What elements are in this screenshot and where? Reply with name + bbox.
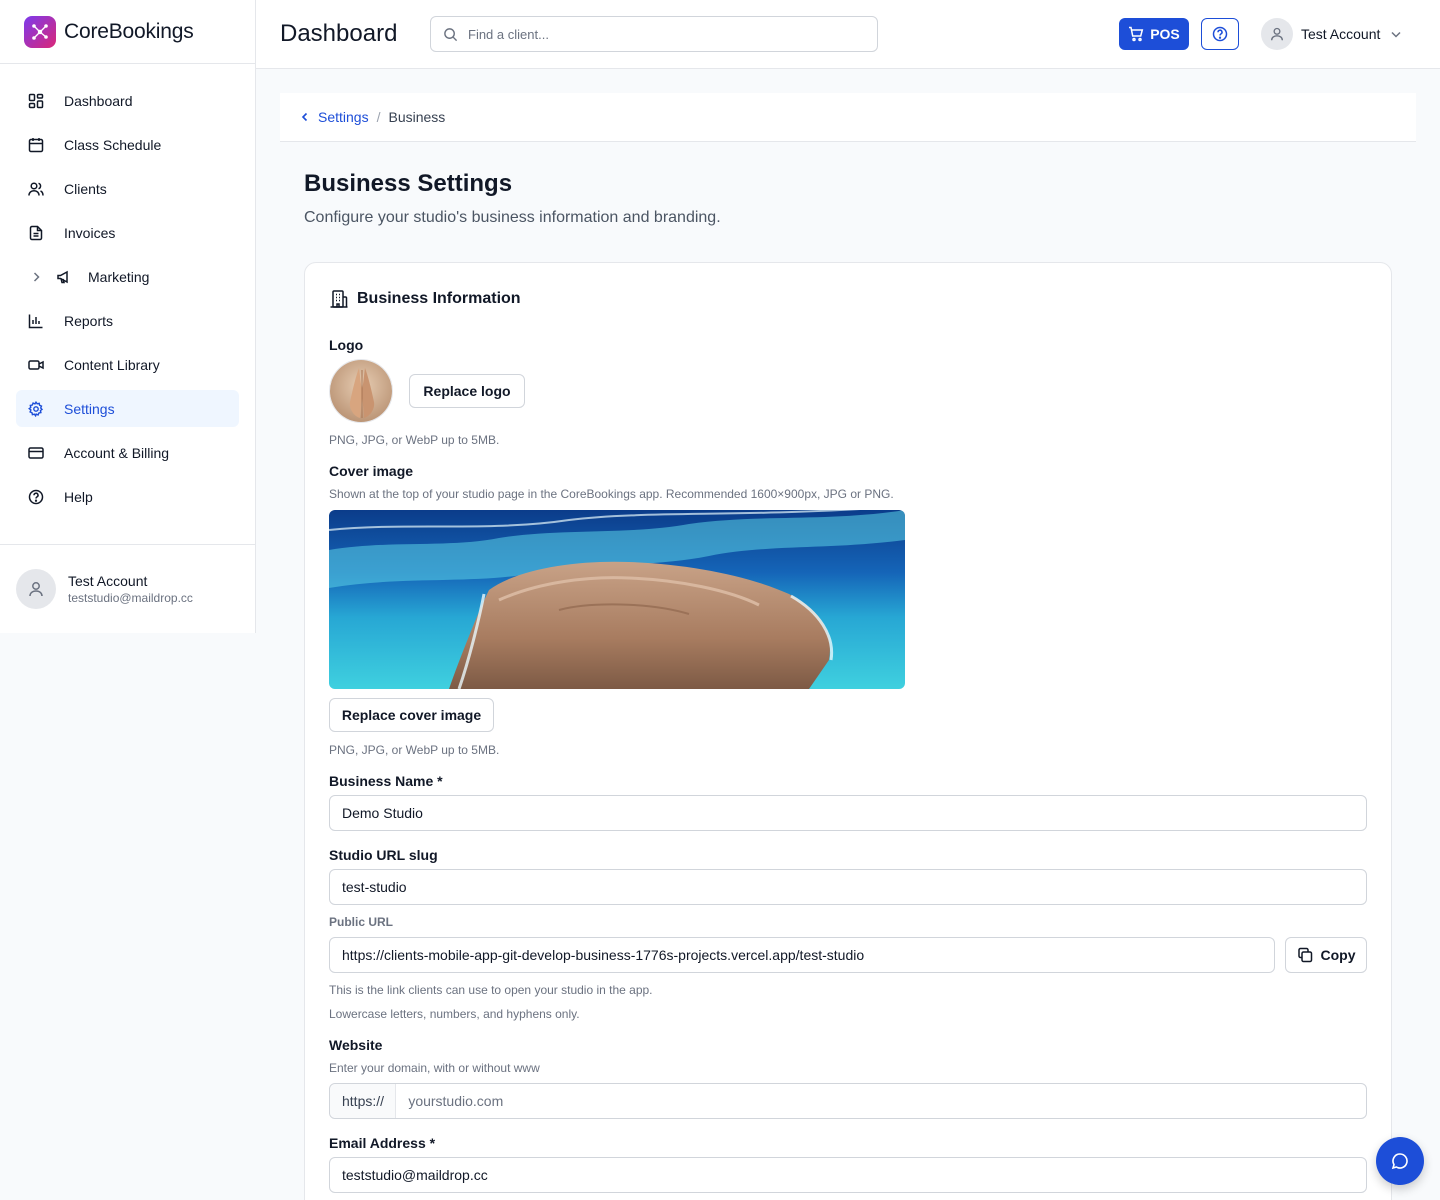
logo-hint: PNG, JPG, or WebP up to 5MB. <box>329 433 500 447</box>
sidebar-item-label: Settings <box>64 400 115 417</box>
sidebar-item-dashboard[interactable]: Dashboard <box>16 82 239 119</box>
brand[interactable]: CoreBookings <box>0 0 255 64</box>
building-icon <box>329 289 357 309</box>
website-label: Website <box>329 1037 383 1053</box>
chevron-down-icon <box>1390 28 1402 40</box>
copy-icon <box>1297 947 1321 963</box>
breadcrumb: Settings / Business <box>280 93 1416 142</box>
chevron-left-icon <box>300 112 318 122</box>
megaphone-icon <box>56 269 72 285</box>
sidebar-item-content-library[interactable]: Content Library <box>16 346 239 383</box>
sidebar: CoreBookings Dashboard Class Schedule Cl… <box>0 0 256 633</box>
top-header: Dashboard POS Test Account <box>256 0 1440 69</box>
email-address-label: Email Address * <box>329 1135 436 1151</box>
copy-url-button[interactable]: Copy <box>1285 937 1367 973</box>
logo-label: Logo <box>329 337 364 353</box>
search-icon <box>443 27 458 42</box>
avatar <box>1261 18 1293 50</box>
help-button[interactable] <box>1201 18 1239 50</box>
account-menu[interactable]: Test Account <box>1261 18 1402 50</box>
page-subtitle: Configure your studio's business informa… <box>304 209 721 226</box>
sidebar-item-label: Content Library <box>64 356 160 373</box>
card-title-text: Business Information <box>357 290 521 307</box>
business-information-card: Business Information Logo Replace logo P… <box>304 262 1392 1200</box>
email-address-input[interactable] <box>330 1158 1366 1192</box>
breadcrumb-parent-label: Settings <box>318 109 369 125</box>
sidebar-item-reports[interactable]: Reports <box>16 302 239 339</box>
business-name-input[interactable] <box>330 796 1366 830</box>
studio-url-slug-field <box>329 869 1367 905</box>
avatar <box>16 569 56 609</box>
help-circle-icon <box>1212 26 1228 42</box>
sidebar-item-label: Clients <box>64 180 107 197</box>
website-input[interactable] <box>396 1084 1366 1118</box>
credit-card-icon <box>28 445 44 461</box>
public-url-input[interactable] <box>330 938 1274 972</box>
sidebar-item-label: Dashboard <box>64 92 133 109</box>
public-url-hint: This is the link clients can use to open… <box>329 983 653 997</box>
public-url-field <box>329 937 1275 973</box>
cover-image-description: Shown at the top of your studio page in … <box>329 487 894 501</box>
pos-button[interactable]: POS <box>1119 18 1189 50</box>
chat-bubble-icon <box>1391 1152 1409 1170</box>
users-icon <box>28 181 44 197</box>
chat-button[interactable] <box>1376 1137 1424 1185</box>
studio-url-slug-input[interactable] <box>330 870 1366 904</box>
brand-name: CoreBookings <box>64 19 194 43</box>
card-title: Business Information <box>329 289 521 309</box>
replace-logo-button[interactable]: Replace logo <box>409 374 525 408</box>
sidebar-item-label: Reports <box>64 312 114 329</box>
sidebar-item-settings[interactable]: Settings <box>16 390 239 427</box>
chevron-right-icon[interactable] <box>28 269 44 285</box>
email-address-field <box>329 1157 1367 1193</box>
cart-icon <box>1128 26 1150 42</box>
website-hint: Enter your domain, with or without www <box>329 1061 540 1075</box>
cover-image <box>329 510 905 689</box>
file-text-icon <box>28 225 44 241</box>
cover-image-hint: PNG, JPG, or WebP up to 5MB. <box>329 743 500 757</box>
sidebar-item-label: Marketing <box>88 268 150 285</box>
business-name-field <box>329 795 1367 831</box>
cover-image-label: Cover image <box>329 463 414 479</box>
breadcrumb-current: Business <box>388 109 446 125</box>
sidebar-nav: Dashboard Class Schedule Clients Invoice… <box>0 64 255 515</box>
breadcrumb-separator: / <box>376 109 381 125</box>
copy-label: Copy <box>1320 947 1356 963</box>
calendar-icon <box>28 137 44 153</box>
breadcrumb-settings-link[interactable]: Settings <box>300 109 369 125</box>
help-circle-icon <box>28 489 44 505</box>
sidebar-item-label: Account & Billing <box>64 444 170 461</box>
search-box[interactable] <box>430 16 878 52</box>
user-email: teststudio@maildrop.cc <box>68 591 193 605</box>
studio-url-slug-label: Studio URL slug <box>329 847 438 863</box>
sidebar-item-help[interactable]: Help <box>16 478 239 515</box>
sidebar-item-marketing[interactable]: Marketing <box>16 258 239 295</box>
sidebar-item-clients[interactable]: Clients <box>16 170 239 207</box>
website-prefix: https:// <box>330 1084 397 1118</box>
page-title: Business Settings <box>304 170 513 197</box>
public-url-label: Public URL <box>329 915 394 929</box>
logo-image <box>329 359 393 423</box>
brand-logo-icon <box>24 15 56 48</box>
sidebar-item-label: Invoices <box>64 224 116 241</box>
page-header-title: Dashboard <box>280 20 398 47</box>
sidebar-item-invoices[interactable]: Invoices <box>16 214 239 251</box>
gear-icon <box>28 400 44 417</box>
search-input[interactable] <box>468 26 848 42</box>
website-field: https:// <box>329 1083 1367 1119</box>
sidebar-item-label: Class Schedule <box>64 136 162 153</box>
sidebar-user[interactable]: Test Account teststudio@maildrop.cc <box>0 544 255 633</box>
user-name: Test Account <box>68 573 148 589</box>
bar-chart-icon <box>28 313 44 329</box>
video-icon <box>28 357 44 373</box>
dashboard-icon <box>28 93 44 109</box>
sidebar-item-class-schedule[interactable]: Class Schedule <box>16 126 239 163</box>
business-name-label: Business Name * <box>329 773 443 789</box>
replace-cover-image-button[interactable]: Replace cover image <box>329 698 494 732</box>
account-name: Test Account <box>1301 26 1381 42</box>
pos-label: POS <box>1150 26 1180 42</box>
slug-format-hint: Lowercase letters, numbers, and hyphens … <box>329 1007 580 1021</box>
sidebar-item-label: Help <box>64 488 93 505</box>
sidebar-item-account-billing[interactable]: Account & Billing <box>16 434 239 471</box>
